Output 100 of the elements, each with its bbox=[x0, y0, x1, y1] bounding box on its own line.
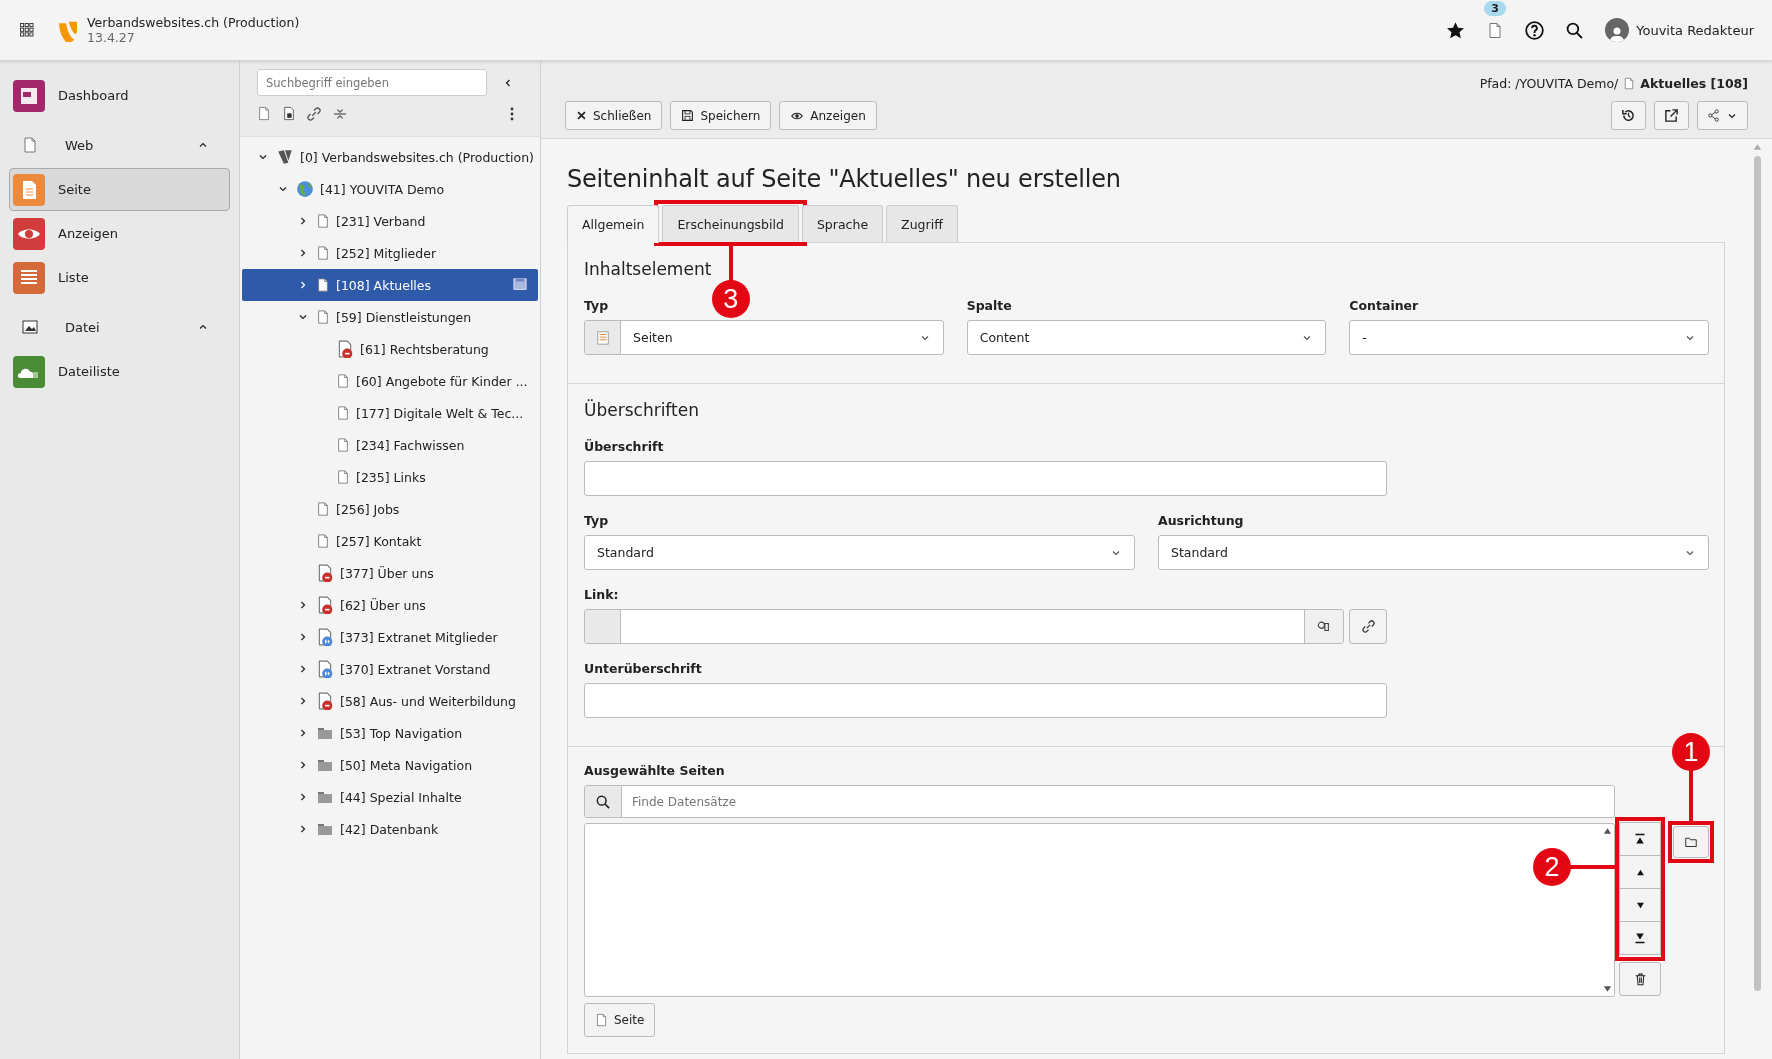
page-icon bbox=[316, 309, 330, 325]
delete-button[interactable] bbox=[1619, 962, 1661, 996]
tree-item[interactable]: [53] Top Navigation bbox=[242, 717, 538, 749]
module-item[interactable]: Anzeigen bbox=[9, 212, 230, 255]
tree-item[interactable]: [234] Fachwissen bbox=[242, 429, 538, 461]
avatar-icon bbox=[1605, 18, 1630, 42]
toolbar-button[interactable]: Speichern bbox=[670, 101, 772, 130]
folder-icon bbox=[316, 821, 334, 837]
field-label: Spalte bbox=[966, 298, 1012, 313]
history-button[interactable] bbox=[1611, 101, 1646, 130]
tree-item[interactable]: [62] Über uns bbox=[242, 589, 538, 621]
close-icon bbox=[576, 110, 587, 121]
folder-icon bbox=[316, 757, 334, 773]
tab[interactable]: Zugriff bbox=[886, 205, 958, 242]
scroll-down-icon bbox=[1603, 985, 1612, 993]
toolbar-button[interactable]: Anzeigen bbox=[779, 101, 877, 130]
tree-item[interactable]: [231] Verband bbox=[242, 205, 538, 237]
tree-item[interactable]: [370] Extranet Vorstand bbox=[242, 653, 538, 685]
select-field[interactable]: Content bbox=[966, 320, 1327, 355]
tree-item[interactable]: [60] Angebote für Kinder ... bbox=[242, 365, 538, 397]
image-icon bbox=[22, 319, 38, 335]
page-icon bbox=[336, 373, 350, 389]
field-label: Ausrichtung bbox=[1158, 513, 1244, 528]
scroll-up-icon bbox=[1603, 827, 1612, 835]
new-page-icon bbox=[257, 105, 271, 122]
select-field[interactable]: Standard bbox=[1158, 535, 1709, 570]
tree-item[interactable]: [377] Über uns bbox=[242, 557, 538, 589]
hidden-page-icon bbox=[336, 340, 354, 358]
input-field[interactable] bbox=[584, 683, 1387, 718]
shortcut-page-icon bbox=[316, 628, 334, 646]
select-field[interactable]: - bbox=[1349, 320, 1709, 355]
callout-number: 1 bbox=[1672, 733, 1710, 771]
globe-icon bbox=[296, 180, 314, 198]
field-label: Link: bbox=[584, 587, 619, 602]
link-icon bbox=[1361, 620, 1375, 633]
content-type-icon bbox=[595, 330, 610, 345]
section-heading: Inhaltselement bbox=[584, 259, 712, 279]
scroll-up-icon bbox=[1752, 143, 1762, 151]
select-field[interactable]: Seiten bbox=[584, 320, 944, 355]
module-item[interactable]: Seite bbox=[9, 168, 230, 211]
hidden-page-icon bbox=[316, 564, 334, 582]
collapse-all-icon bbox=[332, 106, 348, 121]
field-label: Ausgewählte Seiten bbox=[584, 763, 725, 778]
tree-item[interactable]: [61] Rechtsberatung bbox=[242, 333, 538, 365]
user-menu[interactable]: Youvita Redakteur bbox=[1605, 18, 1754, 42]
input-field[interactable] bbox=[584, 461, 1387, 496]
tree-item[interactable]: [44] Spezial Inhalte bbox=[242, 781, 538, 813]
external-icon bbox=[1664, 108, 1679, 123]
page-icon bbox=[316, 245, 330, 261]
page-icon bbox=[595, 1012, 608, 1028]
search-field[interactable]: Finde Datensätze bbox=[584, 785, 1615, 818]
module-item[interactable]: Dashboard bbox=[9, 74, 230, 117]
tree-item[interactable]: [59] Dienstleistungen bbox=[242, 301, 538, 333]
hidden-page-icon bbox=[316, 692, 334, 710]
link-button[interactable] bbox=[1349, 609, 1387, 644]
help-icon bbox=[1525, 20, 1545, 40]
tree-item[interactable]: [256] Jobs bbox=[242, 493, 538, 525]
tab[interactable]: Sprache bbox=[801, 205, 884, 242]
module-item[interactable]: Liste bbox=[9, 256, 230, 299]
move-bottom-button[interactable] bbox=[1619, 921, 1661, 955]
page-heading: Seiteninhalt auf Seite "Aktuelles" neu erstellen bbox=[567, 165, 1122, 193]
tree-item[interactable]: [108] Aktuelles bbox=[242, 269, 538, 301]
share-button[interactable] bbox=[1697, 101, 1748, 130]
trash-icon bbox=[1633, 972, 1647, 986]
search-icon bbox=[1566, 21, 1584, 39]
tree-item[interactable]: [235] Links bbox=[242, 461, 538, 493]
tree-item[interactable]: [373] Extranet Mitglieder bbox=[242, 621, 538, 653]
module-group[interactable]: Web bbox=[0, 123, 239, 167]
tree-item[interactable]: [41] YOUVITA Demo bbox=[242, 173, 538, 205]
tree-item[interactable]: [252] Mitglieder bbox=[242, 237, 538, 269]
move-top-button[interactable] bbox=[1619, 822, 1661, 856]
move-top-icon bbox=[1634, 833, 1646, 845]
share-icon bbox=[1707, 109, 1720, 122]
search-field[interactable]: Suchbegriff eingeben bbox=[257, 69, 487, 96]
history-icon bbox=[1621, 108, 1636, 123]
toolbar-button[interactable]: Schließen bbox=[565, 101, 663, 130]
page-layout-icon bbox=[512, 278, 528, 292]
tab[interactable]: Allgemein bbox=[567, 205, 660, 243]
tree-item[interactable]: [177] Digitale Welt & Tec... bbox=[242, 397, 538, 429]
open-new-window-button[interactable] bbox=[1654, 101, 1689, 130]
tab[interactable]: Erscheinungsbild bbox=[662, 205, 799, 242]
callout-frame bbox=[1668, 821, 1714, 863]
tree-item[interactable]: [58] Aus- und Weiterbildung bbox=[242, 685, 538, 717]
link-field[interactable] bbox=[584, 609, 1344, 644]
module-group[interactable]: Datei bbox=[0, 305, 239, 349]
add-page-button[interactable]: Seite bbox=[584, 1003, 656, 1037]
browse-button[interactable] bbox=[1673, 826, 1709, 858]
link-browser-icon bbox=[1317, 619, 1331, 634]
select-field[interactable]: Standard bbox=[584, 535, 1135, 570]
count-badge: 3 bbox=[1484, 0, 1506, 16]
tree-item[interactable]: [257] Kontakt bbox=[242, 525, 538, 557]
field-label: Unterüberschrift bbox=[584, 661, 702, 676]
tree-item[interactable]: [0] Verbandswebsites.ch (Production) bbox=[242, 141, 538, 173]
tree-item[interactable]: [50] Meta Navigation bbox=[242, 749, 538, 781]
tree-item[interactable]: [42] Datenbank bbox=[242, 813, 538, 845]
page-icon bbox=[316, 533, 330, 549]
page-icon bbox=[1623, 75, 1636, 91]
page-icon bbox=[22, 136, 38, 154]
module-item[interactable]: Dateiliste bbox=[9, 350, 230, 393]
shortcut-page-icon bbox=[316, 660, 334, 678]
